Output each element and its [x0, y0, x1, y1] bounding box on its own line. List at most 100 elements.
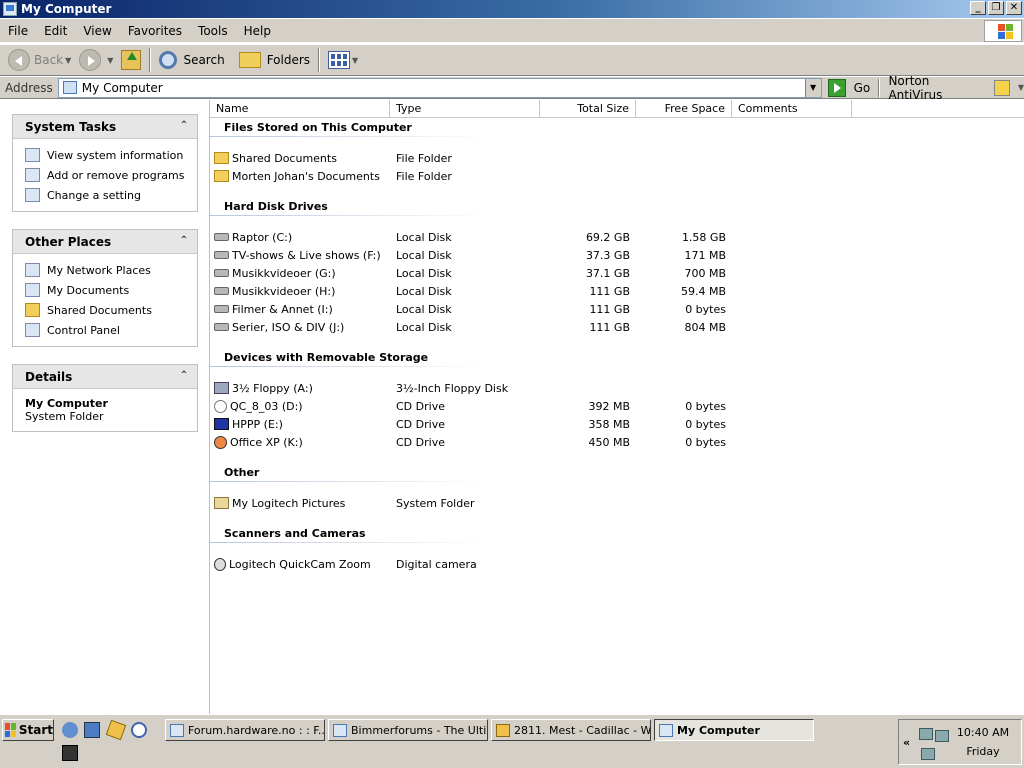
- close-button[interactable]: ✕: [1006, 1, 1022, 15]
- control-panel-icon: [25, 323, 40, 337]
- forward-button[interactable]: ▼: [75, 47, 117, 73]
- item-free-space: 700 MB: [684, 266, 726, 280]
- item-name: TV-shows & Live shows (F:): [232, 248, 381, 262]
- menu-help[interactable]: Help: [236, 24, 279, 38]
- item-free-space: 0 bytes: [685, 435, 726, 449]
- group-header-removable-storage: Devices with Removable Storage: [224, 351, 429, 364]
- menu-tools[interactable]: Tools: [190, 24, 236, 38]
- address-value: My Computer: [81, 80, 163, 95]
- webcam-icon: [214, 557, 226, 571]
- group-divider: [210, 215, 490, 216]
- toolbar-separator: [149, 48, 152, 72]
- list-item[interactable]: Shared Documents File Folder: [210, 149, 1010, 167]
- column-header-free-space[interactable]: Free Space: [636, 100, 732, 118]
- toolbar-separator: [878, 78, 881, 97]
- list-item[interactable]: TV-shows & Live shows (F:) Local Disk 37…: [210, 246, 1010, 264]
- collapse-chevron-icon[interactable]: ⌃: [177, 370, 191, 384]
- collapse-chevron-icon[interactable]: ⌃: [177, 120, 191, 134]
- views-dropdown-icon[interactable]: ▼: [352, 56, 358, 65]
- list-item[interactable]: QC_8_03 (D:) CD Drive 392 MB 0 bytes: [210, 397, 1010, 415]
- start-button[interactable]: Start: [2, 719, 54, 741]
- title-bar[interactable]: My Computer _ ❐ ✕: [0, 0, 1024, 18]
- hard-disk-icon: [214, 305, 229, 313]
- menu-edit[interactable]: Edit: [36, 24, 75, 38]
- place-control-panel[interactable]: Control Panel: [25, 320, 197, 340]
- quicklaunch-tool-icon[interactable]: [105, 719, 127, 741]
- show-hidden-icons-button[interactable]: «: [903, 736, 910, 749]
- item-free-space: 804 MB: [684, 320, 726, 334]
- item-name: Office XP (K:): [230, 435, 303, 449]
- item-type: Local Disk: [396, 320, 452, 334]
- menu-file[interactable]: File: [0, 24, 36, 38]
- group-divider: [210, 136, 490, 137]
- list-item[interactable]: Musikkvideoer (G:) Local Disk 37.1 GB 70…: [210, 264, 1010, 282]
- folders-button[interactable]: Folders: [235, 47, 314, 73]
- hard-disk-icon: [214, 287, 229, 295]
- collapse-chevron-icon[interactable]: ⌃: [177, 235, 191, 249]
- drive-tray-icon[interactable]: [935, 730, 949, 742]
- media-player-icon[interactable]: [131, 722, 147, 738]
- list-item[interactable]: Musikkvideoer (H:) Local Disk 111 GB 59.…: [210, 282, 1010, 300]
- taskbar-button-winamp[interactable]: 2811. Mest - Cadillac - W...: [491, 719, 651, 741]
- menu-favorites[interactable]: Favorites: [120, 24, 190, 38]
- item-total-size: 111 GB: [589, 284, 630, 298]
- back-button[interactable]: Back ▼: [4, 47, 75, 73]
- alienware-icon[interactable]: [62, 745, 78, 761]
- task-view-system-information[interactable]: View system information: [25, 145, 197, 165]
- views-button[interactable]: ▼: [324, 47, 362, 73]
- place-shared-documents[interactable]: Shared Documents: [25, 300, 197, 320]
- address-dropdown-icon[interactable]: ▼: [804, 78, 821, 97]
- back-dropdown-icon[interactable]: ▼: [65, 56, 71, 65]
- place-my-network-places[interactable]: My Network Places: [25, 260, 197, 280]
- details-header[interactable]: Details ⌃: [13, 365, 197, 389]
- windows-logo-icon: [5, 723, 16, 737]
- other-places-header[interactable]: Other Places ⌃: [13, 230, 197, 254]
- item-name: HPPP (E:): [232, 417, 283, 431]
- list-item[interactable]: Morten Johan's Documents File Folder: [210, 167, 1010, 185]
- go-button[interactable]: Go: [827, 78, 875, 97]
- search-label: Search: [183, 53, 225, 67]
- up-button[interactable]: [117, 47, 145, 73]
- taskbar-button-my-computer[interactable]: My Computer: [654, 719, 814, 741]
- hard-disk-icon: [214, 251, 229, 259]
- task-change-setting[interactable]: Change a setting: [25, 185, 197, 205]
- menu-view[interactable]: View: [75, 24, 119, 38]
- address-input[interactable]: My Computer ▼: [57, 77, 822, 98]
- list-item[interactable]: Filmer & Annet (I:) Local Disk 111 GB 0 …: [210, 300, 1010, 318]
- clock[interactable]: 10:40 AM Friday: [955, 726, 1011, 758]
- system-tasks-header[interactable]: System Tasks ⌃: [13, 115, 197, 139]
- search-button[interactable]: Search: [155, 47, 228, 73]
- column-header-total-size[interactable]: Total Size: [540, 100, 636, 118]
- list-item[interactable]: Office XP (K:) CD Drive 450 MB 0 bytes: [210, 433, 1010, 451]
- column-header-name[interactable]: Name: [210, 100, 390, 118]
- quicklaunch-app-icon[interactable]: [84, 722, 100, 738]
- system-tasks-title: System Tasks: [25, 119, 117, 134]
- forward-dropdown-icon[interactable]: ▼: [107, 56, 113, 65]
- place-my-documents[interactable]: My Documents: [25, 280, 197, 300]
- list-item[interactable]: HPPP (E:) CD Drive 358 MB 0 bytes: [210, 415, 1010, 433]
- task-add-remove-programs[interactable]: Add or remove programs: [25, 165, 197, 185]
- list-item[interactable]: Raptor (C:) Local Disk 69.2 GB 1.58 GB: [210, 228, 1010, 246]
- list-item[interactable]: My Logitech Pictures System Folder: [210, 494, 1010, 512]
- norton-icon[interactable]: [994, 79, 1010, 96]
- restore-button[interactable]: ❐: [988, 1, 1004, 15]
- safely-remove-hardware-icon[interactable]: [921, 748, 935, 760]
- norton-antivirus-toolbar[interactable]: Norton AntiVirus ▼: [888, 74, 1024, 102]
- internet-explorer-icon[interactable]: [62, 722, 78, 738]
- list-item[interactable]: Logitech QuickCam Zoom Digital camera: [210, 555, 1010, 573]
- column-header-type[interactable]: Type: [390, 100, 540, 118]
- taskbar-button-bimmerforums[interactable]: Bimmerforums - The Ulti...: [328, 719, 488, 741]
- list-item[interactable]: 3½ Floppy (A:) 3½-Inch Floppy Disk: [210, 379, 1010, 397]
- hard-disk-icon: [214, 233, 229, 241]
- item-type: System Folder: [396, 496, 475, 510]
- standard-toolbar: Back ▼ ▼ Search Folders ▼: [0, 44, 1024, 76]
- norton-dropdown-icon[interactable]: ▼: [1018, 83, 1024, 92]
- column-header-comments[interactable]: Comments: [732, 100, 852, 118]
- network-user-icon[interactable]: [919, 728, 933, 740]
- window-title: My Computer: [21, 2, 112, 16]
- minimize-button[interactable]: _: [970, 1, 986, 15]
- item-type: Digital camera: [396, 557, 477, 571]
- taskbar-button-forum-hardware[interactable]: Forum.hardware.no : : F...: [165, 719, 325, 741]
- place-label: Control Panel: [47, 323, 120, 337]
- list-item[interactable]: Serier, ISO & DIV (J:) Local Disk 111 GB…: [210, 318, 1010, 336]
